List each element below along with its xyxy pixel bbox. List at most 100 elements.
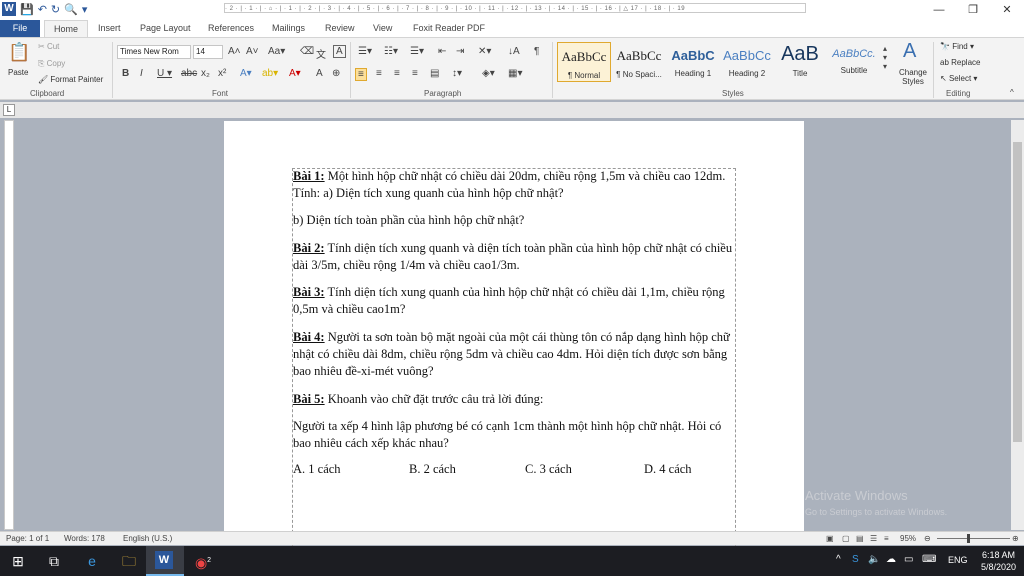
line-spacing-icon[interactable]: ↕▾ xyxy=(452,68,462,79)
tab-page-layout[interactable]: Page Layout xyxy=(140,20,191,37)
text-effects-icon[interactable]: A▾ xyxy=(240,68,252,79)
font-color-icon[interactable]: A▾ xyxy=(289,68,301,79)
change-styles-icon[interactable]: A xyxy=(903,40,916,63)
strikethrough-icon[interactable]: abc xyxy=(181,68,197,79)
italic-icon[interactable]: I xyxy=(140,68,143,79)
keyboard-icon[interactable]: ⌨ xyxy=(922,554,936,565)
style-heading-1[interactable]: AaBbC Heading 1 xyxy=(666,42,720,82)
tab-references[interactable]: References xyxy=(208,20,254,37)
tab-review[interactable]: Review xyxy=(325,20,355,37)
system-clock[interactable]: 6:18 AM 5/8/2020 xyxy=(981,549,1016,573)
windows-start-icon[interactable]: ⊞ xyxy=(8,551,28,571)
word-count[interactable]: Words: 178 xyxy=(64,534,105,543)
decrease-indent-icon[interactable]: ⇤ xyxy=(438,46,446,57)
vertical-scrollbar[interactable] xyxy=(1011,120,1024,530)
volume-icon[interactable]: 🔈 xyxy=(868,554,880,565)
network-icon[interactable]: ▭ xyxy=(904,554,913,565)
exercise-3[interactable]: Bài 3: Tính diện tích xung quanh của hìn… xyxy=(293,284,738,318)
zoom-slider[interactable] xyxy=(937,534,1010,543)
subscript-icon[interactable]: x₂ xyxy=(201,68,210,79)
font-size-box[interactable]: 14 xyxy=(193,45,223,59)
scrollbar-thumb[interactable] xyxy=(1013,142,1022,442)
multilevel-list-icon[interactable]: ☰▾ xyxy=(410,46,424,57)
tab-file[interactable]: File xyxy=(0,20,40,37)
change-styles-button[interactable]: Change Styles xyxy=(896,68,930,86)
exercise-1b[interactable]: b) Diện tích toàn phần của hình hộp chữ … xyxy=(293,212,738,229)
answer-c[interactable]: C. 3 cách xyxy=(525,462,572,477)
view-print-layout-icon[interactable]: ▣ xyxy=(826,534,834,543)
exercise-2[interactable]: Bài 2: Tính diện tích xung quanh và diện… xyxy=(293,240,738,274)
align-center-icon[interactable]: ≡ xyxy=(376,68,382,79)
exercise-5[interactable]: Bài 5: Khoanh vào chữ đặt trước câu trả … xyxy=(293,391,738,408)
select-button[interactable]: ↖ Select ▾ xyxy=(940,74,977,83)
numbering-icon[interactable]: ☷▾ xyxy=(384,46,398,57)
style-no-spacing[interactable]: AaBbCc ¶ No Spaci... xyxy=(612,42,666,82)
task-view-icon[interactable]: ⧉ xyxy=(44,551,64,571)
cut-button[interactable]: ✂ Cut xyxy=(38,42,59,51)
exercise-1[interactable]: Bài 1: Một hình hộp chữ nhật có chiều dà… xyxy=(293,168,738,202)
sort-icon[interactable]: ↓A xyxy=(508,46,520,57)
shading-icon[interactable]: ◈▾ xyxy=(482,68,495,79)
skype-tray-icon[interactable]: S xyxy=(852,554,859,565)
borders-icon[interactable]: ▦▾ xyxy=(508,68,522,79)
language-status[interactable]: English (U.S.) xyxy=(123,534,172,543)
tab-insert[interactable]: Insert xyxy=(98,20,121,37)
clear-formatting-icon[interactable]: ⌫ xyxy=(300,46,314,57)
highlight-icon[interactable]: ab▾ xyxy=(262,68,278,79)
tab-home[interactable]: Home xyxy=(44,20,88,37)
bullets-icon[interactable]: ☰▾ xyxy=(358,46,372,57)
tray-overflow-icon[interactable]: ^ xyxy=(836,554,841,565)
exercise-4[interactable]: Bài 4: Người ta sơn toàn bộ mặt ngoài củ… xyxy=(293,329,738,380)
close-button[interactable]: ✕ xyxy=(990,0,1024,20)
zoom-in-icon[interactable]: ⊕ xyxy=(1012,534,1019,543)
horizontal-ruler[interactable]: · 2 · | · 1 · | · ⌂ · | · 1 · | · 2 · | … xyxy=(224,3,806,13)
restore-button[interactable]: ❐ xyxy=(956,0,990,20)
grow-font-icon[interactable]: A˄ xyxy=(228,46,241,57)
character-shading-icon[interactable]: A xyxy=(316,68,323,79)
align-right-icon[interactable]: ≡ xyxy=(394,68,400,79)
enclose-characters-icon[interactable]: ⊕ xyxy=(332,68,340,79)
tab-foxit-reader-pdf[interactable]: Foxit Reader PDF xyxy=(413,20,485,37)
align-left-icon[interactable]: ≡ xyxy=(355,68,367,81)
distributed-icon[interactable]: ▤ xyxy=(430,68,439,79)
answer-b[interactable]: B. 2 cách xyxy=(409,462,456,477)
font-name-box[interactable]: Times New Rom xyxy=(117,45,191,59)
superscript-icon[interactable]: x² xyxy=(218,68,226,79)
page-count[interactable]: Page: 1 of 1 xyxy=(6,534,49,543)
phonetic-guide-icon[interactable]: 文 xyxy=(316,46,326,61)
answer-d[interactable]: D. 4 cách xyxy=(644,462,692,477)
increase-indent-icon[interactable]: ⇥ xyxy=(456,46,464,57)
tab-mailings[interactable]: Mailings xyxy=(272,20,305,37)
paste-icon[interactable]: 📋 xyxy=(8,42,30,63)
character-border-icon[interactable]: A xyxy=(333,45,346,58)
zoom-level[interactable]: 95% xyxy=(900,534,916,543)
exercise-5-question[interactable]: Người ta xếp 4 hình lập phương bé có cạn… xyxy=(293,418,738,452)
minimize-button[interactable]: — xyxy=(922,0,956,20)
style-subtitle[interactable]: AaBbCc. Subtitle xyxy=(827,42,881,82)
collapse-ribbon-icon[interactable]: ^ xyxy=(1010,88,1014,97)
underline-icon[interactable]: U ▾ xyxy=(157,68,172,79)
styles-scroll-icon[interactable]: ▴ ▾ ▾ xyxy=(883,44,887,71)
justify-icon[interactable]: ≡ xyxy=(412,68,418,79)
paste-button[interactable]: Paste xyxy=(8,68,28,77)
asian-layout-icon[interactable]: ✕▾ xyxy=(478,46,491,57)
onedrive-icon[interactable]: ☁ xyxy=(886,554,896,565)
find-button[interactable]: 🔭 Find ▾ xyxy=(940,42,974,51)
chat-app-icon[interactable]: ◉2 xyxy=(193,551,213,571)
word-taskbar-icon[interactable]: W xyxy=(155,551,173,569)
show-formatting-icon[interactable]: ¶ xyxy=(534,46,539,57)
answer-a[interactable]: A. 1 cách xyxy=(293,462,341,477)
zoom-out-icon[interactable]: ⊖ xyxy=(924,534,931,543)
copy-button[interactable]: ⎘ Copy xyxy=(38,59,65,69)
vertical-ruler[interactable] xyxy=(4,120,14,530)
format-painter-button[interactable]: 🖌 Format Painter xyxy=(38,75,103,84)
shrink-font-icon[interactable]: A˅ xyxy=(246,46,259,57)
input-language[interactable]: ENG xyxy=(948,555,968,565)
tab-view[interactable]: View xyxy=(373,20,392,37)
tab-selector[interactable]: L xyxy=(3,104,15,116)
file-explorer-icon[interactable]: 🗀 xyxy=(119,551,139,571)
bold-icon[interactable]: B xyxy=(122,68,129,79)
change-case-icon[interactable]: Aa▾ xyxy=(268,46,285,57)
view-full-screen-icon[interactable]: ▢ xyxy=(842,534,850,543)
style-heading-2[interactable]: AaBbCc Heading 2 xyxy=(720,42,774,82)
